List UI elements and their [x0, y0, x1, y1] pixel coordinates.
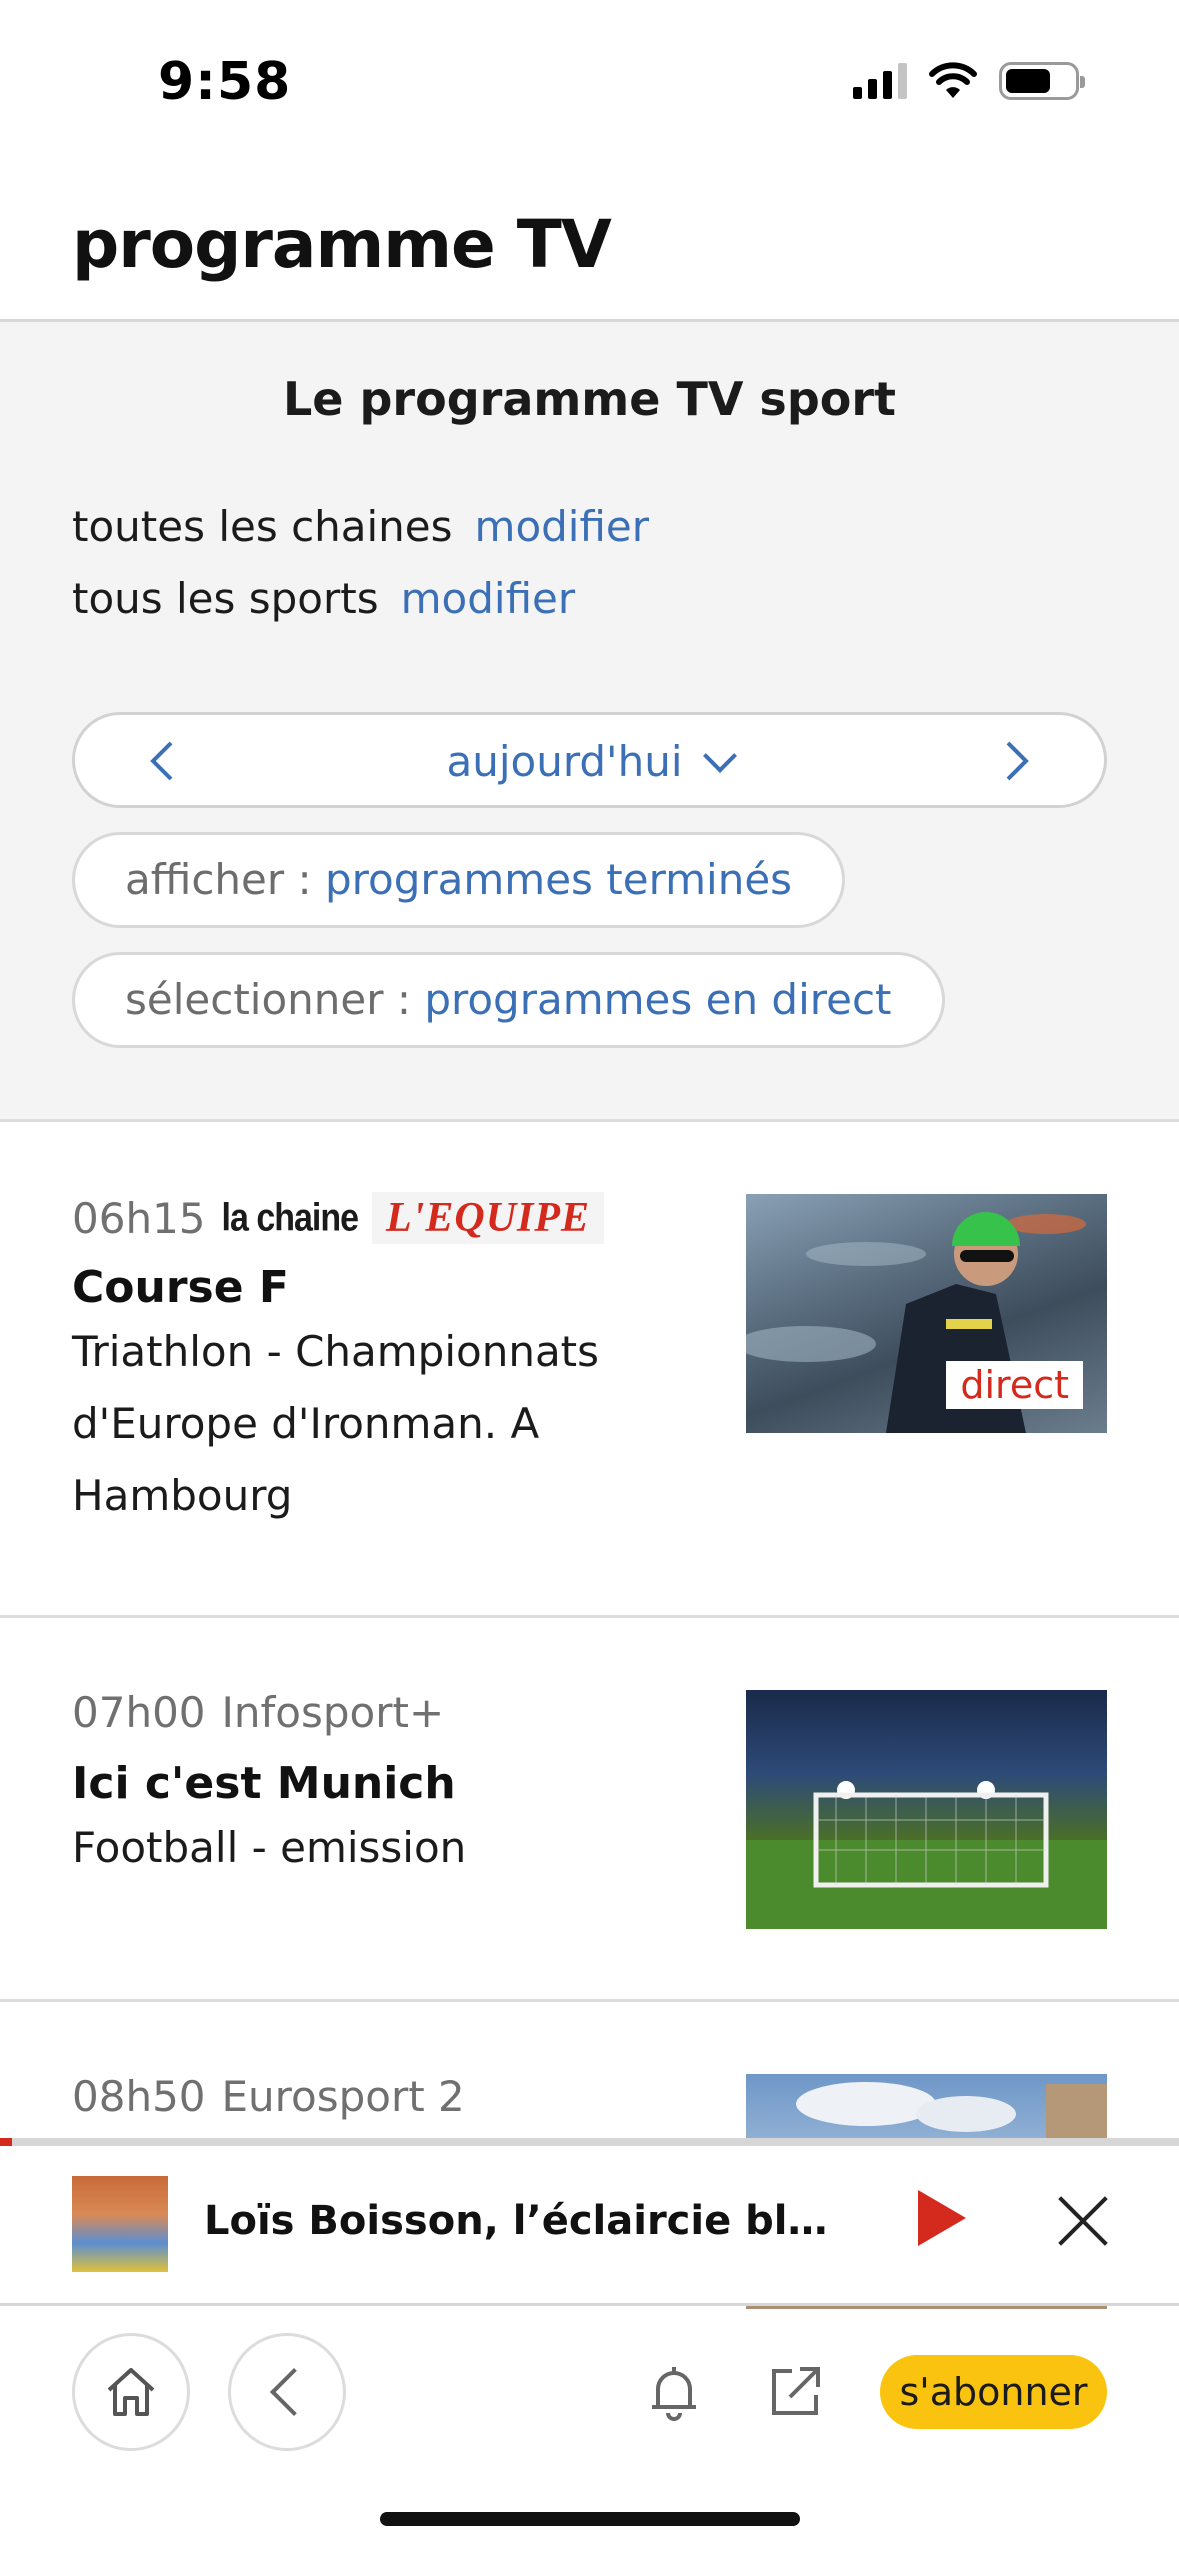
back-button[interactable] — [228, 2333, 346, 2451]
date-label: aujourd'hui — [446, 737, 683, 786]
program-thumbnail — [746, 1690, 1107, 1929]
status-bar: 9:58 — [0, 0, 1179, 150]
battery-icon — [999, 62, 1085, 100]
play-icon[interactable] — [918, 2190, 966, 2246]
program-description: Triathlon - Championnats d'Europe d'Iron… — [72, 1327, 600, 1520]
channel-name: Infosport+ — [221, 1688, 445, 1737]
sports-filter: tous les sports modifier — [72, 574, 575, 623]
channels-filter: toutes les chaines modifier — [72, 502, 649, 551]
home-indicator[interactable] — [380, 2512, 800, 2526]
program-time: 08h50 — [72, 2072, 206, 2121]
program-item[interactable]: 07h00 Infosport+ Ici c'est Munich Footba… — [0, 1618, 1179, 2002]
chevron-right-icon — [1006, 741, 1029, 781]
program-title: Ici c'est Munich — [72, 1758, 456, 1809]
show-finished-toggle[interactable]: afficher : programmes terminés — [72, 832, 846, 928]
program-description: Football - emission — [72, 1823, 467, 1872]
show-key: afficher : — [125, 855, 326, 904]
select-key: sélectionner : — [125, 975, 425, 1024]
program-meta: 08h50 Eurosport 2 — [72, 2072, 465, 2121]
channels-filter-label: toutes les chaines — [72, 502, 453, 551]
home-button[interactable] — [72, 2333, 190, 2451]
share-icon[interactable] — [766, 2361, 826, 2421]
program-time: 07h00 — [72, 1688, 206, 1737]
program-meta: 06h15 la chaine L'EQUIPE — [72, 1192, 605, 1244]
home-icon — [107, 2368, 155, 2416]
mini-player[interactable]: Loïs Boisson, l’éclaircie bleue... — [0, 2146, 1179, 2306]
wifi-icon — [929, 62, 977, 98]
chevron-left-icon — [269, 2367, 319, 2417]
mini-player-title[interactable]: Loïs Boisson, l’éclaircie bleue... — [204, 2198, 844, 2244]
close-icon[interactable] — [1056, 2194, 1110, 2248]
select-live-toggle[interactable]: sélectionner : programmes en direct — [72, 952, 945, 1048]
live-badge: direct — [946, 1361, 1083, 1409]
show-value: programmes terminés — [325, 855, 793, 904]
mini-player-thumbnail — [72, 2176, 168, 2272]
channels-modify-link[interactable]: modifier — [475, 502, 650, 551]
sports-modify-link[interactable]: modifier — [401, 574, 576, 623]
signal-icon — [853, 63, 907, 99]
channel-name: Eurosport 2 — [221, 2072, 465, 2121]
channel-brand: L'EQUIPE — [372, 1192, 605, 1244]
program-thumbnail: direct — [746, 1194, 1107, 1433]
next-day-button[interactable] — [992, 737, 1040, 785]
channel-prefix: la chaine — [221, 1195, 360, 1240]
program-meta: 07h00 Infosport+ — [72, 1688, 444, 1737]
filter-heading: Le programme TV sport — [282, 372, 897, 426]
page-header: programme TV — [0, 150, 1179, 322]
date-selector[interactable]: aujourd'hui — [75, 737, 1104, 786]
page-title: programme TV — [72, 206, 612, 283]
filter-panel: Le programme TV sport toutes les chaines… — [0, 322, 1179, 1122]
select-value: programmes en direct — [424, 975, 892, 1024]
program-title: Course F — [72, 1262, 289, 1313]
subscribe-button[interactable]: s'abonner — [880, 2355, 1107, 2429]
audio-progress-fill — [0, 2138, 12, 2146]
sports-filter-label: tous les sports — [72, 574, 379, 623]
status-time: 9:58 — [158, 52, 292, 112]
channel-logo: la chaine L'EQUIPE — [222, 1192, 605, 1244]
status-icons — [853, 62, 1085, 100]
bell-icon[interactable] — [644, 2361, 704, 2425]
program-time: 06h15 — [72, 1193, 206, 1243]
date-navigator: aujourd'hui — [72, 712, 1107, 808]
audio-progress-bar[interactable] — [0, 2138, 1179, 2146]
program-item[interactable]: 06h15 la chaine L'EQUIPE Course F Triath… — [0, 1122, 1179, 1618]
chevron-down-icon — [703, 739, 738, 773]
stadium-image — [746, 1781, 1107, 1929]
